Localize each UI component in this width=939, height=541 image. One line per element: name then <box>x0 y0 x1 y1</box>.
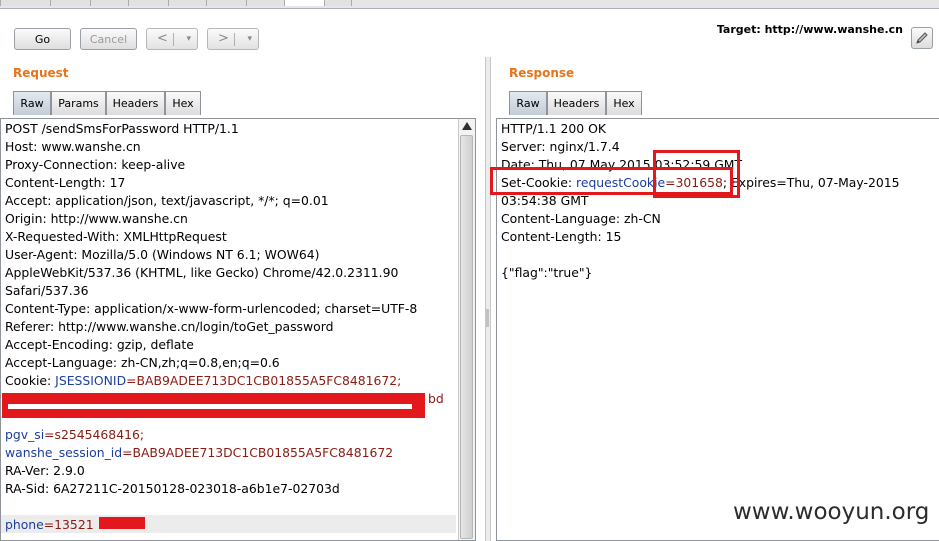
header-cookie: Cookie: JSESSIONID=BAB9ADEE713DC1CB01855… <box>5 372 401 390</box>
header-ra-sid: RA-Sid: 6A27211C-20150128-023018-a6b1e7-… <box>5 481 340 496</box>
cookie-redacted-tail: bd <box>428 391 444 406</box>
header-user-agent-cont: Safari/537.36 <box>5 283 89 298</box>
status-line: HTTP/1.1 200 OK <box>501 121 606 136</box>
cookie-key: JSESSIONID <box>55 373 127 388</box>
pencil-icon <box>916 32 928 44</box>
scroll-up-arrow-icon[interactable] <box>462 122 472 130</box>
request-scrollbar[interactable] <box>458 119 475 540</box>
request-editor[interactable]: POST /sendSmsForPassword HTTP/1.1 Host: … <box>0 118 476 541</box>
forward-button[interactable]: > ▾ <box>207 28 259 50</box>
top-tab[interactable] <box>246 0 286 6</box>
param-key: pgv_si <box>5 427 45 442</box>
header-content-length: Content-Length: 15 <box>501 229 622 244</box>
header-origin: Origin: http://www.wanshe.cn <box>5 211 188 226</box>
header-ra-ver: RA-Ver: 2.9.0 <box>5 463 85 478</box>
header-x-requested-with: X-Requested-With: XMLHttpRequest <box>5 229 227 244</box>
top-tab-strip <box>0 0 939 9</box>
tab-raw[interactable]: Raw <box>509 91 547 115</box>
param-value: =13521 <box>43 517 94 532</box>
header-accept-encoding: Accept-Encoding: gzip, deflate <box>5 337 194 352</box>
go-button[interactable]: Go <box>14 28 71 50</box>
edit-target-button[interactable] <box>911 27 933 49</box>
tab-headers[interactable]: Headers <box>547 91 606 115</box>
top-tab[interactable] <box>324 0 352 6</box>
separator <box>173 33 174 46</box>
request-line: POST /sendSmsForPassword HTTP/1.1 <box>5 121 239 136</box>
param-value: =BAB9ADEE713DC1CB01855A5FC8481672 <box>122 445 394 460</box>
forward-arrow-icon: > <box>218 31 229 46</box>
header-user-agent: User-Agent: Mozilla/5.0 (Windows NT 6.1;… <box>5 247 320 262</box>
header-host: Host: www.wanshe.cn <box>5 139 141 154</box>
cancel-button[interactable]: Cancel <box>80 28 137 50</box>
header-server: Server: nginx/1.7.4 <box>501 139 620 154</box>
separator <box>234 33 235 46</box>
scroll-thumb[interactable] <box>460 135 473 539</box>
cookie-pgv-si: pgv_si=s2545468416; <box>5 426 144 444</box>
back-arrow-icon: < <box>157 31 168 46</box>
tab-raw[interactable]: Raw <box>13 91 51 115</box>
chevron-down-icon: ▾ <box>186 34 191 44</box>
tab-hex[interactable]: Hex <box>165 91 201 115</box>
redaction-bar <box>2 393 425 418</box>
tab-hex[interactable]: Hex <box>606 91 642 115</box>
phone-redaction <box>99 517 145 529</box>
body-phone-param: phone=13521 <box>5 516 94 534</box>
top-tab[interactable] <box>206 0 248 6</box>
split-grip[interactable] <box>486 309 489 327</box>
target-label: Target: http://www.wanshe.cn <box>716 23 903 36</box>
header-content-type: Content-Type: application/x-www-form-url… <box>5 301 418 316</box>
header-user-agent-cont: AppleWebKit/537.36 (KHTML, like Gecko) C… <box>5 265 399 280</box>
top-tab-active[interactable] <box>284 0 326 6</box>
header-proxy-connection: Proxy-Connection: keep-alive <box>5 157 186 172</box>
top-tab[interactable] <box>50 0 92 6</box>
top-tab[interactable] <box>90 0 130 6</box>
request-title: Request <box>13 66 69 80</box>
cookie-label: Cookie: <box>5 373 56 388</box>
cookie-expires: ; Expires=Thu, 07-May-2015 <box>722 175 900 190</box>
param-value: =s2545468416; <box>44 427 145 442</box>
tab-params[interactable]: Params <box>51 91 106 115</box>
cookie-value: =BAB9ADEE713DC1CB01855A5FC8481672; <box>126 373 402 388</box>
header-accept-language: Accept-Language: zh-CN,zh;q=0.8,en;q=0.6 <box>5 355 280 370</box>
header-content-length: Content-Length: 17 <box>5 175 126 190</box>
param-key: wanshe_session_id <box>5 445 123 460</box>
cookie-session-id: wanshe_session_id=BAB9ADEE713DC1CB01855A… <box>5 444 393 462</box>
top-tab[interactable] <box>168 0 208 6</box>
param-key: phone <box>5 517 44 532</box>
redaction-stripe <box>8 404 412 409</box>
response-title: Response <box>509 66 575 80</box>
top-tab[interactable] <box>128 0 170 6</box>
header-referer: Referer: http://www.wanshe.cn/login/toGe… <box>5 319 334 334</box>
header-accept: Accept: application/json, text/javascrip… <box>5 193 329 208</box>
chevron-down-icon: ▾ <box>247 34 252 44</box>
highlight-set-cookie-box <box>490 167 733 195</box>
header-content-language: Content-Language: zh-CN <box>501 211 661 226</box>
response-body: {"flag":"true"} <box>501 265 593 280</box>
tab-headers[interactable]: Headers <box>106 91 165 115</box>
top-tab[interactable] <box>0 0 52 6</box>
back-button[interactable]: < ▾ <box>146 28 198 50</box>
watermark: www.wooyun.org <box>733 499 930 525</box>
split-divider[interactable] <box>485 57 491 541</box>
